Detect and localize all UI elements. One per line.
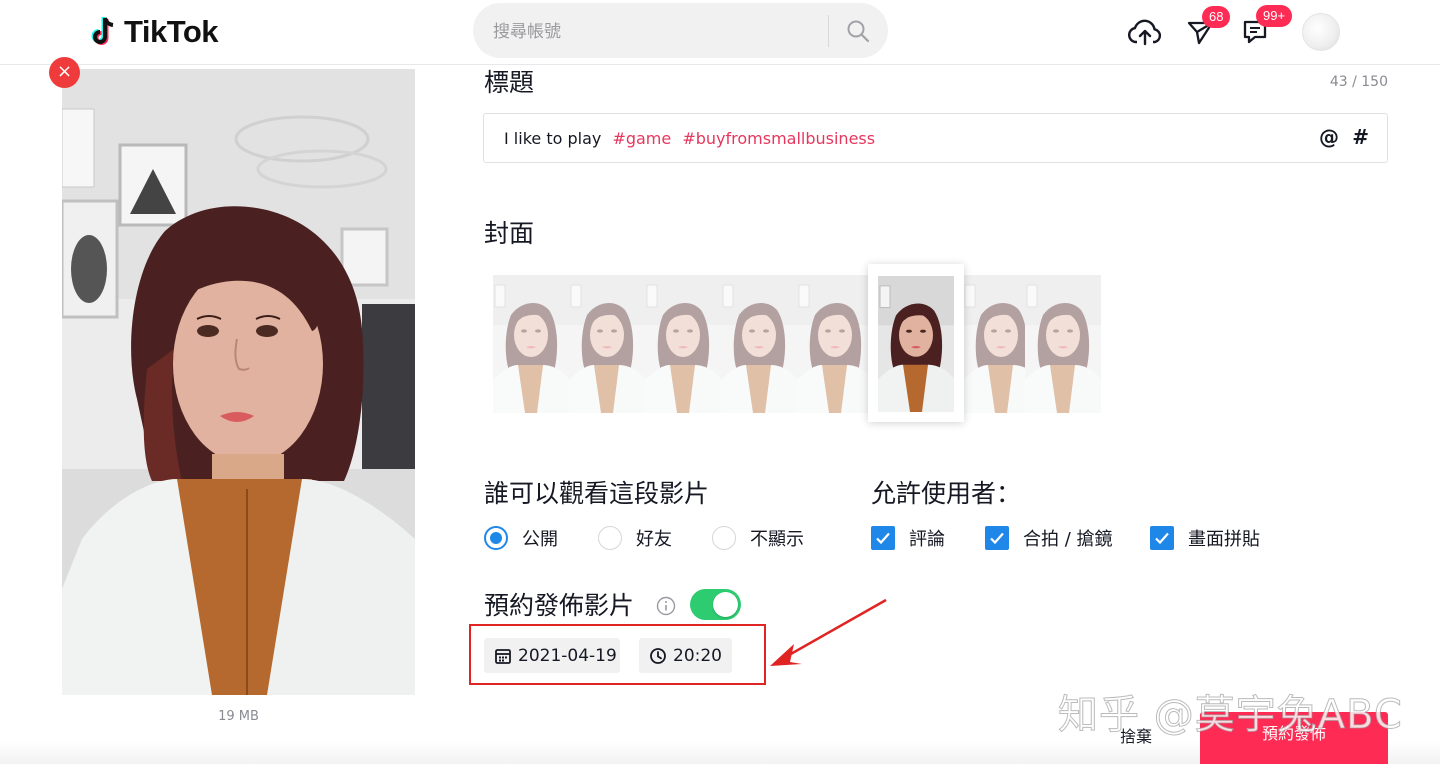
privacy-option-label: 不顯示	[750, 529, 804, 550]
privacy-title: 誰可以觀看這段影片	[484, 479, 710, 508]
caption-char-count: 43 / 150	[1329, 74, 1388, 90]
cover-frame[interactable]	[797, 275, 873, 413]
privacy-option-friends[interactable]: 好友	[598, 525, 672, 551]
tiktok-logo[interactable]: TikTok	[88, 12, 219, 52]
checkbox-checked[interactable]	[985, 526, 1009, 550]
permission-label: 評論	[909, 529, 945, 550]
upload-button[interactable]	[1127, 15, 1163, 49]
video-frame-image	[62, 69, 415, 695]
mention-button[interactable]: @	[1319, 125, 1339, 149]
video-preview[interactable]	[62, 69, 415, 695]
permission-comment[interactable]: 評論	[871, 525, 945, 551]
hashtag-buyfromsmallbusiness[interactable]: #buyfromsmallbusiness	[682, 129, 875, 148]
inbox-badge: 68	[1202, 6, 1231, 28]
checkmark-icon	[990, 532, 1004, 545]
caption-plain-text: I like to play	[504, 129, 602, 148]
hashtag-game[interactable]: #game	[612, 129, 671, 148]
privacy-option-private[interactable]: 不顯示	[712, 525, 804, 551]
checkbox-checked[interactable]	[1150, 526, 1174, 550]
schedule-title: 預約發佈影片	[484, 591, 635, 620]
hashtag-button[interactable]: #	[1352, 125, 1369, 149]
cover-frame[interactable]	[493, 275, 569, 413]
cover-frame[interactable]	[645, 275, 721, 413]
caption-text-field[interactable]: I like to play #game #buyfromsmallbusine…	[504, 129, 875, 148]
radio-button-selected[interactable]	[484, 526, 508, 550]
search-icon	[847, 20, 870, 43]
annotation-arrow-icon	[770, 598, 887, 666]
permission-label: 合拍 / 搶鏡	[1023, 529, 1113, 550]
caption-title: 標題	[484, 68, 535, 97]
cloud-upload-icon	[1128, 19, 1162, 46]
permissions-title: 允許使用者：	[871, 479, 1022, 508]
checkmark-icon	[1155, 532, 1169, 545]
close-preview-button[interactable]: ×	[49, 57, 80, 88]
cover-frame[interactable]	[1025, 275, 1101, 413]
cover-title: 封面	[484, 219, 535, 248]
search-bar	[473, 3, 888, 58]
cover-frame[interactable]	[569, 275, 645, 413]
top-nav-bar: TikTok 68 99+	[0, 0, 1440, 65]
logo-wordmark: TikTok	[124, 14, 219, 49]
checkbox-checked[interactable]	[871, 526, 895, 550]
radio-button[interactable]	[598, 526, 622, 550]
toggle-knob	[713, 592, 738, 617]
permission-label: 畫面拼貼	[1188, 529, 1260, 550]
cover-frame[interactable]	[721, 275, 797, 413]
caption-editor[interactable]: I like to play #game #buyfromsmallbusine…	[483, 113, 1388, 163]
tiktok-note-icon	[91, 17, 114, 45]
schedule-toggle[interactable]	[690, 589, 741, 620]
info-icon[interactable]	[656, 596, 676, 616]
privacy-option-label: 好友	[636, 529, 672, 550]
messages-badge: 99+	[1256, 5, 1293, 27]
radio-button[interactable]	[712, 526, 736, 550]
privacy-option-public[interactable]: 公開	[484, 525, 558, 551]
file-size-label: 19 MB	[218, 709, 259, 724]
checkmark-icon	[876, 532, 890, 545]
cover-frame-selected[interactable]	[868, 264, 964, 422]
search-input[interactable]	[491, 17, 815, 47]
permission-duet-stitch[interactable]: 合拍 / 搶鏡	[985, 525, 1113, 551]
annotation-highlight-box	[469, 624, 766, 685]
permission-stitch[interactable]: 畫面拼貼	[1150, 525, 1260, 551]
search-button[interactable]	[838, 13, 878, 49]
zhihu-watermark: 知乎 @莫宇兔ABC	[1058, 692, 1403, 739]
privacy-option-label: 公開	[522, 529, 558, 550]
profile-avatar[interactable]	[1302, 13, 1340, 51]
search-divider	[828, 15, 829, 47]
